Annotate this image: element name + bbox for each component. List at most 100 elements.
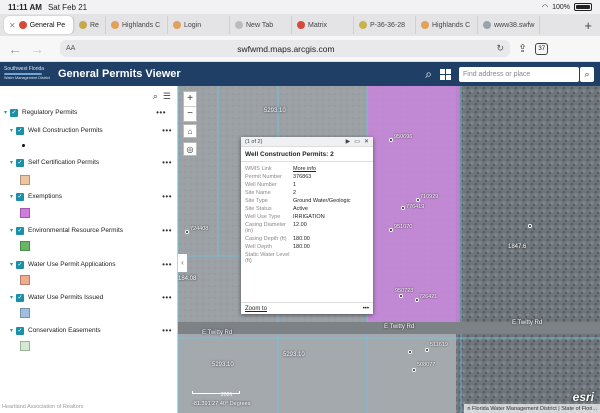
locate-icon[interactable]: ◎ [183,142,197,156]
layer-options-icon[interactable]: ••• [162,260,172,269]
reload-icon[interactable]: ↻ [496,43,504,54]
maximize-icon[interactable]: ▭ [354,138,360,145]
legend-swatch [20,275,30,285]
tab-swfw[interactable]: www38.swfw [478,16,540,34]
attribute-key: Site Type [245,198,268,204]
layer-well-construction[interactable]: ▾ ✓ Well Construction Permits ••• [10,126,172,135]
attribute-row: Well Use Type IRRIGATION [245,214,369,220]
tab-count[interactable]: 37 [535,42,549,55]
well-point[interactable] [528,224,532,228]
attribute-key: Casing Diameter (in) [245,222,286,234]
well-point[interactable] [389,138,393,142]
map-attribution: n Florida Water Management District | St… [464,404,600,413]
attribute-row: Casing Depth (ft) 180.00 [245,236,369,242]
tab-login[interactable]: Login [168,16,230,34]
tab-highlands-1[interactable]: Highlands C [106,16,168,34]
close-icon[interactable]: ✕ [364,138,369,145]
address-search-input[interactable]: Find address or place [459,66,579,82]
layer-regulatory-permits[interactable]: ▾ ✓ Regulatory Permits ••• [4,108,166,117]
favicon-icon [297,21,305,29]
tab-re[interactable]: Re [74,16,106,34]
parcel-dimension-label: 184.08 [178,276,197,282]
next-feature-icon[interactable]: ▶ [346,138,351,145]
zoom-out-icon[interactable]: − [184,106,196,121]
tab-parcel[interactable]: P-36-36-28 [354,16,416,34]
layer-self-certification[interactable]: ▾ ✓ Self Certification Permits ••• [10,158,172,167]
layer-checkbox[interactable]: ✓ [16,226,24,235]
battery-percent: 100% [552,3,570,11]
share-icon[interactable]: ⇪ [518,42,527,55]
url-field[interactable]: AA swfwmd.maps.arcgis.com ↻ [60,40,510,57]
layer-checkbox[interactable]: ✓ [16,293,24,302]
status-time: 11:11 AM [8,2,42,12]
home-icon[interactable]: ⌂ [183,124,197,138]
layer-checkbox[interactable]: ✓ [10,108,18,117]
new-tab-icon[interactable]: + [580,18,596,33]
tab-matrix[interactable]: Matrix [292,16,354,34]
legend-swatch [20,208,30,218]
layer-label: Conservation Easements [28,327,101,334]
well-point[interactable] [408,350,412,354]
layer-water-use-applications[interactable]: ▾ ✓ Water Use Permit Applications ••• [10,260,172,269]
well-id-label: 710929 [420,194,439,200]
well-point[interactable] [399,294,403,298]
zoom-to-link[interactable]: Zoom to [245,306,267,312]
layer-options-icon[interactable]: ••• [162,126,172,135]
filter-icon[interactable]: ☰ [163,91,171,102]
attribute-key: Well Use Type [245,214,281,220]
search-area-icon[interactable]: ⌕ [425,67,432,82]
layer-exemptions[interactable]: ▾ ✓ Exemptions ••• [10,192,172,201]
collapse-panel-icon[interactable]: ‹ [178,254,187,272]
layer-checkbox[interactable]: ✓ [16,192,24,201]
well-point[interactable] [185,230,189,234]
layer-checkbox[interactable]: ✓ [16,126,24,135]
scale-label: 200ft [221,392,233,398]
layer-checkbox[interactable]: ✓ [16,326,24,335]
attribute-row: Site Name 2 [245,190,369,196]
layer-options-icon[interactable]: ••• [162,326,172,335]
more-info-link[interactable]: More info [293,166,369,172]
layer-list-panel: ⌕ ☰ ▾ ✓ Regulatory Permits ••• ▾ ✓ Well … [0,86,178,413]
favicon-icon [79,21,87,29]
zoom-in-icon[interactable]: + [184,92,196,106]
reader-icon[interactable]: AA [66,45,75,52]
coordinate-readout: -81.391 27.40° Degrees [192,401,251,407]
well-point[interactable] [401,206,405,210]
favicon-icon [18,21,27,29]
layer-water-use-issued[interactable]: ▾ ✓ Water Use Permits Issued ••• [10,293,172,302]
layer-options-icon[interactable]: ••• [162,293,172,302]
tab-label: Highlands C [122,21,161,29]
search-icon[interactable]: ⌕ [580,66,594,82]
tab-bar: ✕ General Pe Re Highlands C Login New Ta… [0,14,600,36]
back-icon[interactable]: ← [8,41,30,57]
filter-search-icon[interactable]: ⌕ [153,91,158,102]
popup-attributes: WMIS Link More info Permit Number 376863 W… [241,162,373,297]
layer-options-icon[interactable]: ••• [162,158,172,167]
layer-options-icon[interactable]: ••• [162,192,172,201]
layer-checkbox[interactable]: ✓ [16,158,24,167]
basemap-gallery-icon[interactable] [440,68,451,80]
well-id-label: 508077 [417,362,436,368]
attribute-key: Well Depth [245,244,272,250]
more-actions-icon[interactable]: ••• [363,306,369,312]
layer-options-icon[interactable]: ••• [156,108,166,117]
tab-general-permits[interactable]: ✕ General Pe [4,16,74,34]
tab-highlands-2[interactable]: Highlands C [416,16,478,34]
layer-checkbox[interactable]: ✓ [16,260,24,269]
well-point[interactable] [389,228,393,232]
panel-tools: ⌕ ☰ [153,91,171,102]
layer-environmental-resource[interactable]: ▾ ✓ Environmental Resource Permits ••• [10,226,172,235]
scale-bar [192,391,240,394]
close-tab-icon[interactable]: ✕ [9,21,16,30]
app-title: General Permits Viewer [58,68,181,80]
layer-label: Exemptions [28,193,62,200]
well-point[interactable] [412,368,416,372]
well-id-label: 951070 [394,224,413,230]
well-point[interactable] [425,348,429,352]
tab-new-tab[interactable]: New Tab [230,16,292,34]
attribute-value: 180.00 [293,236,310,242]
layer-options-icon[interactable]: ••• [162,226,172,235]
forward-icon[interactable]: → [30,41,52,57]
battery-icon [574,3,592,11]
layer-conservation-easements[interactable]: ▾ ✓ Conservation Easements ••• [10,326,172,335]
